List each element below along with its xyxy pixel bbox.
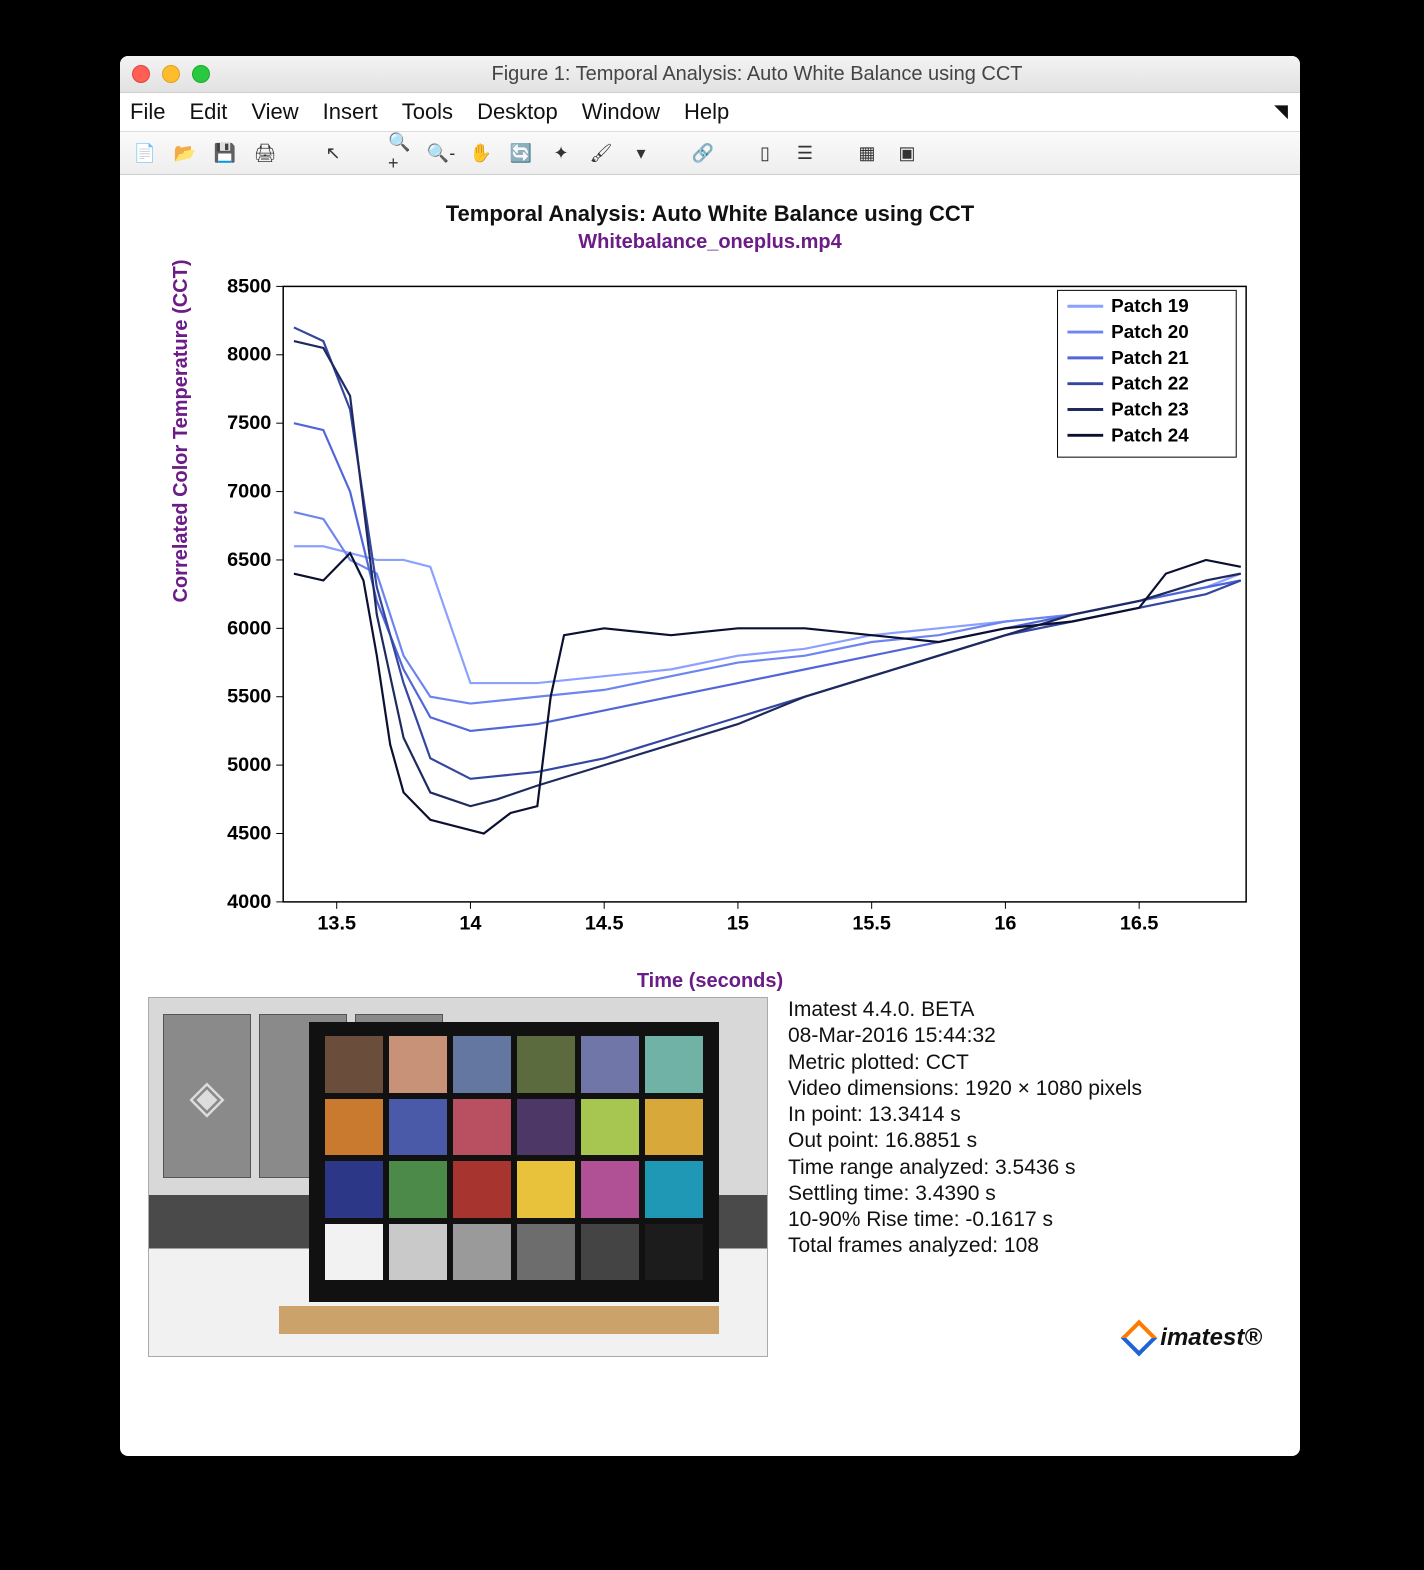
colorbar-icon[interactable]: ▯ <box>752 140 778 166</box>
chart-title: Temporal Analysis: Auto White Balance us… <box>144 201 1276 227</box>
svg-text:15: 15 <box>727 913 749 935</box>
info-line: Imatest 4.4.0. BETA <box>788 997 1272 1023</box>
zoom-out-icon[interactable]: 🔍- <box>428 140 454 166</box>
svg-text:14.5: 14.5 <box>585 913 624 935</box>
window-controls <box>132 65 210 83</box>
svg-text:8000: 8000 <box>227 344 271 366</box>
pan-icon[interactable]: ✋ <box>468 140 494 166</box>
open-icon[interactable]: 📂 <box>172 140 198 166</box>
menu-tools[interactable]: Tools <box>402 99 453 125</box>
print-icon[interactable]: 🖨 <box>252 140 278 166</box>
chart-subtitle: Whitebalance_oneplus.mp4 <box>144 231 1276 254</box>
new-icon[interactable]: 📄 <box>132 140 158 166</box>
legend-icon[interactable]: ☰ <box>792 140 818 166</box>
info-line: In point: 13.3414 s <box>788 1102 1272 1128</box>
svg-text:16.5: 16.5 <box>1120 913 1159 935</box>
svg-text:4000: 4000 <box>227 891 271 913</box>
svg-text:Patch 20: Patch 20 <box>1111 321 1189 342</box>
svg-text:5500: 5500 <box>227 686 271 708</box>
svg-text:6500: 6500 <box>227 549 271 571</box>
window-title: Figure 1: Temporal Analysis: Auto White … <box>226 63 1288 86</box>
menu-window[interactable]: Window <box>582 99 660 125</box>
info-line: Time range analyzed: 3.5436 s <box>788 1155 1272 1181</box>
info-line: Video dimensions: 1920 × 1080 pixels <box>788 1076 1272 1102</box>
rotate-icon[interactable]: 🔄 <box>508 140 534 166</box>
info-line: 10-90% Rise time: -0.1617 s <box>788 1207 1272 1233</box>
info-line: Settling time: 3.4390 s <box>788 1181 1272 1207</box>
menu-help[interactable]: Help <box>684 99 729 125</box>
zoom-icon[interactable] <box>192 65 210 83</box>
show-icon[interactable]: ▣ <box>894 140 920 166</box>
svg-text:Patch 23: Patch 23 <box>1111 398 1189 419</box>
dropdown-icon[interactable]: ▾ <box>628 140 654 166</box>
figure-area: Temporal Analysis: Auto White Balance us… <box>120 175 1300 1456</box>
svg-text:14: 14 <box>459 913 481 935</box>
zoom-in-icon[interactable]: 🔍+ <box>388 140 414 166</box>
logo-icon <box>1121 1320 1158 1357</box>
svg-text:Patch 24: Patch 24 <box>1111 424 1189 445</box>
x-axis-label: Time (seconds) <box>144 970 1276 993</box>
close-icon[interactable] <box>132 65 150 83</box>
save-icon[interactable]: 💾 <box>212 140 238 166</box>
svg-text:7000: 7000 <box>227 481 271 503</box>
svg-text:8500: 8500 <box>227 275 271 297</box>
menu-insert[interactable]: Insert <box>323 99 378 125</box>
titlebar: Figure 1: Temporal Analysis: Auto White … <box>120 56 1300 93</box>
info-line: Metric plotted: CCT <box>788 1050 1272 1076</box>
svg-text:6000: 6000 <box>227 617 271 639</box>
brush-icon[interactable]: 🖌 <box>588 140 614 166</box>
bottom-panel: Imatest 4.4.0. BETA 08-Mar-2016 15:44:32… <box>144 993 1276 1357</box>
logo: imatest® <box>1126 1323 1262 1353</box>
info-line: Out point: 16.8851 s <box>788 1128 1272 1154</box>
svg-text:7500: 7500 <box>227 412 271 434</box>
svg-text:16: 16 <box>994 913 1016 935</box>
minimize-icon[interactable] <box>162 65 180 83</box>
svg-text:Patch 22: Patch 22 <box>1111 373 1189 394</box>
info-panel: Imatest 4.4.0. BETA 08-Mar-2016 15:44:32… <box>788 997 1272 1357</box>
chart: Correlated Color Temperature (CCT) 40004… <box>174 264 1266 964</box>
menubar: File Edit View Insert Tools Desktop Wind… <box>120 93 1300 132</box>
menu-edit[interactable]: Edit <box>189 99 227 125</box>
dock-icon[interactable]: ◥ <box>1274 101 1288 122</box>
info-line: 08-Mar-2016 15:44:32 <box>788 1023 1272 1049</box>
chart-svg: 4000 4500 5000 5500 6000 6500 7000 7500 8000 8500… <box>174 264 1266 964</box>
figure-window: Figure 1: Temporal Analysis: Auto White … <box>120 56 1300 1456</box>
hide-icon[interactable]: ▦ <box>854 140 880 166</box>
y-axis-label: Correlated Color Temperature (CCT) <box>170 259 193 602</box>
datacursor-icon[interactable]: ✦ <box>548 140 574 166</box>
frame-thumbnail <box>148 997 768 1357</box>
svg-text:Patch 21: Patch 21 <box>1111 347 1189 368</box>
menu-view[interactable]: View <box>251 99 298 125</box>
svg-text:13.5: 13.5 <box>317 913 356 935</box>
menu-desktop[interactable]: Desktop <box>477 99 558 125</box>
menu-file[interactable]: File <box>130 99 165 125</box>
info-line: Total frames analyzed: 108 <box>788 1233 1272 1259</box>
pointer-icon[interactable]: ↖ <box>320 140 346 166</box>
svg-text:15.5: 15.5 <box>852 913 891 935</box>
svg-text:Patch 19: Patch 19 <box>1111 295 1189 316</box>
link-icon[interactable]: 🔗 <box>690 140 716 166</box>
logo-text: imatest® <box>1160 1323 1262 1353</box>
toolbar: 📄 📂 💾 🖨 ↖ 🔍+ 🔍- ✋ 🔄 ✦ 🖌 ▾ 🔗 ▯ ☰ ▦ ▣ <box>120 132 1300 175</box>
svg-text:5000: 5000 <box>227 754 271 776</box>
svg-text:4500: 4500 <box>227 822 271 844</box>
